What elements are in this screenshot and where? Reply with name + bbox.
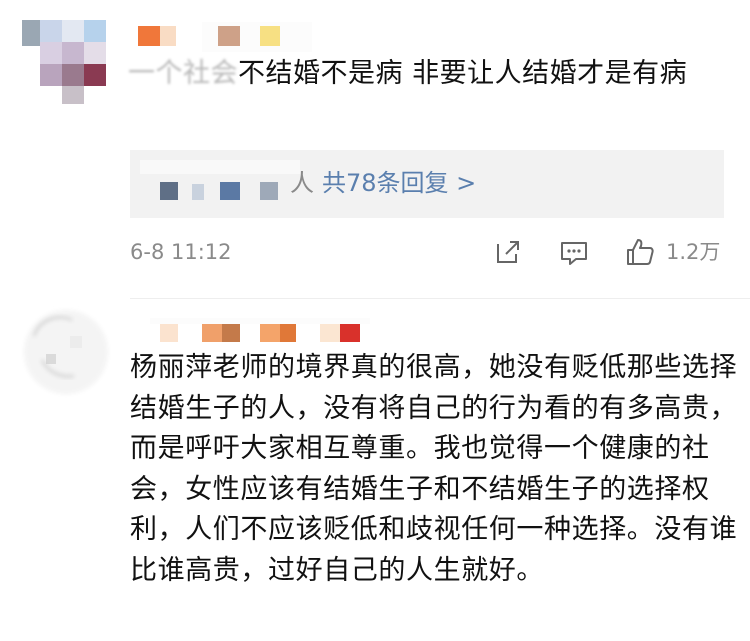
divider (130, 298, 750, 299)
reply-prefix: 人 (290, 169, 314, 197)
share-icon[interactable] (492, 236, 524, 268)
comment-icon[interactable] (558, 236, 590, 268)
view-replies-link[interactable]: 人共78条回复 > (290, 166, 476, 200)
username-obscured[interactable] (130, 318, 370, 346)
comment-text-body: 不结婚不是病 非要让人结婚才是有病 (238, 58, 688, 89)
obscured-text: 一个社会 (128, 58, 238, 89)
username-obscured[interactable] (130, 22, 330, 52)
reply-count-label[interactable]: 共78条回复 > (322, 169, 476, 197)
like-count: 1.2万 (666, 240, 721, 264)
comment-actions: 6-8 11:12 1.2万 (130, 236, 724, 270)
comment-feed: 一个社会不结婚不是病 非要让人结婚才是有病 人共78条回复 > 6-8 11:1… (0, 0, 750, 641)
timestamp: 6-8 11:12 (130, 240, 232, 264)
comment-text: 杨丽萍老师的境界真的很高，她没有贬低那些选择结婚生子的人，没有将自己的行为看的有… (130, 352, 738, 586)
comment-text: 一个社会不结婚不是病 非要让人结婚才是有病 (128, 54, 728, 94)
avatar[interactable] (22, 20, 122, 110)
avatar[interactable] (20, 306, 112, 398)
reply-users-obscured (140, 160, 300, 214)
thumbs-up-icon[interactable] (624, 236, 656, 268)
